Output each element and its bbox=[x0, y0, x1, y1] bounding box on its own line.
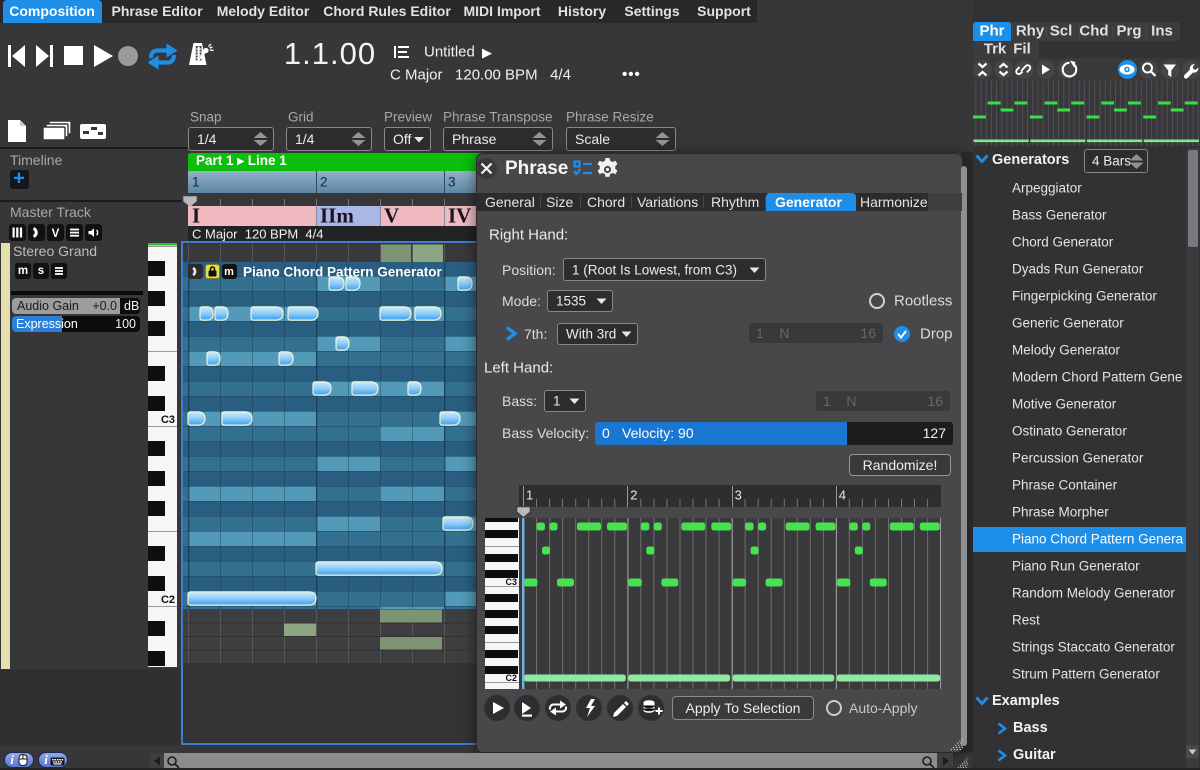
svg-text:C2: C2 bbox=[161, 594, 175, 606]
svg-text:V: V bbox=[52, 228, 60, 240]
svg-text:C3: C3 bbox=[505, 577, 517, 587]
svg-text:C2: C2 bbox=[505, 673, 517, 683]
svg-text:C3: C3 bbox=[161, 414, 175, 426]
